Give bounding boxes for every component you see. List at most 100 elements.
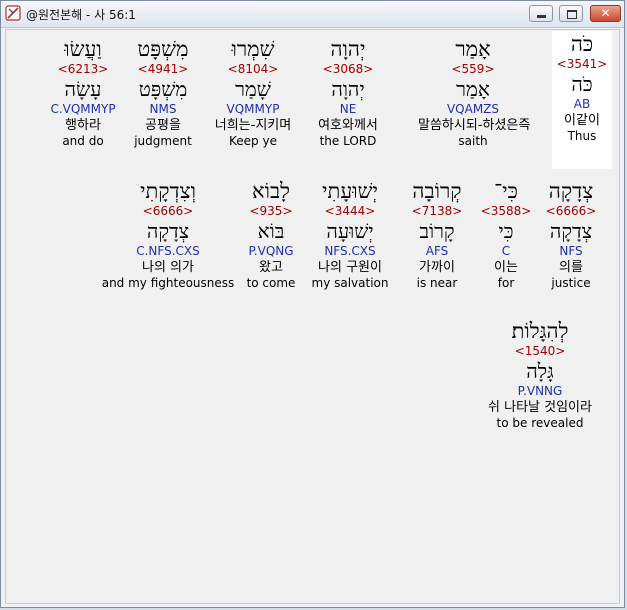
hebrew-lemma: כִּי [498,219,514,243]
korean-gloss: 공평을 [145,118,181,133]
hebrew-lemma: גָּלָה [526,359,554,383]
word-block[interactable]: אָמַר <559> אָמַר VQAMZS 말씀하시되-하셨은즉 sait… [418,36,531,149]
hebrew-word: מִשְׁפָּט [137,37,189,61]
word-block[interactable]: וְצִדְקָתִי <6666> צְדָקָה C.NFS.CXS 나의 … [98,178,238,291]
parsing-code: AB [573,97,591,111]
parsing-code: P.VQNG [248,244,294,258]
word-block[interactable]: וַעֲשׂוּ <6213> עָשָׂה C.VQMMYP 행하라 and … [43,36,123,149]
hebrew-word: וְצִדְקָתִי [139,179,197,203]
hebrew-word: לְהִגָּלוֹת׃ [511,319,569,343]
word-block[interactable]: צְדָקָה <6666> צְדָקָה NFS 의를 justice [539,178,603,291]
korean-gloss: 나의 의가 [142,260,194,275]
korean-gloss: 나의 구원이 [318,260,382,275]
parsing-code: C [501,244,511,258]
hebrew-lemma: צְדָקָה [146,219,190,243]
english-gloss: Keep ye [229,134,277,148]
hebrew-lemma: בּוֹא [257,219,285,243]
korean-gloss: 쉬 나타날 것임이라 [488,400,592,415]
hebrew-lemma: שָׁמַר [235,77,271,101]
hebrew-word: אָמַר [455,37,491,61]
strong-number[interactable]: <935> [240,204,302,219]
hebrew-word: שִׁמְרוּ [231,37,275,61]
app-icon [5,5,21,21]
word-block[interactable]: מִשְׁפָּט <4941> מִשְׁפָּט NMS 공평을 judgm… [128,36,198,149]
korean-gloss: 가까이 [419,260,455,275]
strong-number[interactable]: <6213> [43,62,123,77]
english-gloss: my salvation [311,276,389,290]
hebrew-word: כִּי־ [494,179,518,203]
english-gloss: is near [416,276,458,290]
word-block[interactable]: לָבוֹא <935> בּוֹא P.VQNG 왔고 to come [240,178,302,291]
english-gloss: for [497,276,515,290]
english-gloss: to come [246,276,296,290]
strong-number[interactable]: <3588> [480,204,532,219]
hebrew-word: יְהוָה [330,37,366,61]
hebrew-word: לָבוֹא [252,179,290,203]
word-block[interactable]: כֹּה <3541> כֹּה AB 이같이 Thus [552,31,612,169]
word-block[interactable]: כִּי־ <3588> כִּי C 이는 for [480,178,532,291]
strong-number[interactable]: <6666> [539,204,603,219]
maximize-button[interactable] [559,5,583,22]
word-block[interactable]: לְהִגָּלוֹת׃ <1540> גָּלָה P.VNNG 쉬 나타날 … [465,318,615,431]
hebrew-word: כֹּה [570,32,594,56]
title-bar[interactable]: @원전본해 - 사 56:1 ✕ [1,1,624,28]
strong-number[interactable]: <3541> [552,57,612,72]
hebrew-word: קְרוֹבָה [412,179,462,203]
hebrew-lemma: קָרוֹב [419,219,455,243]
strong-number[interactable]: <3068> [308,62,388,77]
english-gloss: the LORD [319,134,377,148]
strong-number[interactable]: <8104> [205,62,301,77]
word-block[interactable]: יְהוָה <3068> יְהוָה NE 여호와께서 the LORD [308,36,388,149]
parsing-code: AFS [425,244,449,258]
parsing-code: VQMMYP [226,102,280,116]
parsing-code: VQAMZS [446,102,500,116]
word-block[interactable]: יְשׁוּעָתִי <3444> יְשׁוּעָה NFS.CXS 나의 … [306,178,394,291]
strong-number[interactable]: <3444> [306,204,394,219]
maximize-icon [567,10,577,19]
hebrew-word: וַעֲשׂוּ [64,37,102,61]
minimize-button[interactable] [529,5,553,22]
hebrew-lemma: עָשָׂה [64,77,102,101]
hebrew-lemma: צְדָקָה [549,219,593,243]
korean-gloss: 이같이 [564,113,600,128]
hebrew-word: צְדָקָה [548,179,594,203]
interlinear-panel: כֹּה <3541> כֹּה AB 이같이 Thus אָמַר <559>… [5,29,620,604]
parsing-code: NFS [559,244,583,258]
parsing-code: NFS.CXS [324,244,376,258]
close-button[interactable]: ✕ [590,5,621,22]
korean-gloss: 말씀하시되-하셨은즉 [418,118,531,133]
parsing-code: C.VQMMYP [50,102,116,116]
english-gloss: justice [551,276,591,290]
korean-gloss: 왔고 [259,260,283,275]
parsing-code: P.VNNG [517,384,563,398]
strong-number[interactable]: <4941> [128,62,198,77]
word-block[interactable]: שִׁמְרוּ <8104> שָׁמַר VQMMYP 너희는-지키며 Ke… [205,36,301,149]
english-gloss: and my fighteousness [101,276,235,290]
english-gloss: and do [62,134,104,148]
korean-gloss: 여호와께서 [318,118,378,133]
parsing-code: NMS [149,102,177,116]
parsing-code: C.NFS.CXS [136,244,200,258]
window-title: @원전본해 - 사 56:1 [26,8,136,22]
korean-gloss: 의를 [559,260,583,275]
korean-gloss: 이는 [494,260,518,275]
hebrew-word: יְשׁוּעָתִי [322,179,378,203]
strong-number[interactable]: <559> [418,62,528,77]
minimize-icon [537,15,546,18]
strong-number[interactable]: <7138> [400,204,474,219]
korean-gloss: 너희는-지키며 [214,118,292,133]
parsing-code: NE [339,102,357,116]
korean-gloss: 행하라 [65,118,101,133]
close-icon: ✕ [600,6,611,20]
english-gloss: saith [458,134,488,148]
word-block[interactable]: קְרוֹבָה <7138> קָרוֹב AFS 가까이 is near [400,178,474,291]
hebrew-lemma: יְשׁוּעָה [326,219,374,243]
app-window: @원전본해 - 사 56:1 ✕ כֹּה <3541> כֹּה AB 이같이… [0,0,625,608]
strong-number[interactable]: <6666> [98,204,238,219]
strong-number[interactable]: <1540> [465,344,615,359]
english-gloss: Thus [567,129,597,143]
english-gloss: judgment [134,134,192,148]
hebrew-lemma: יְהוָה [331,77,365,101]
hebrew-lemma: אָמַר [456,77,490,101]
hebrew-lemma: מִשְׁפָּט [138,77,188,101]
